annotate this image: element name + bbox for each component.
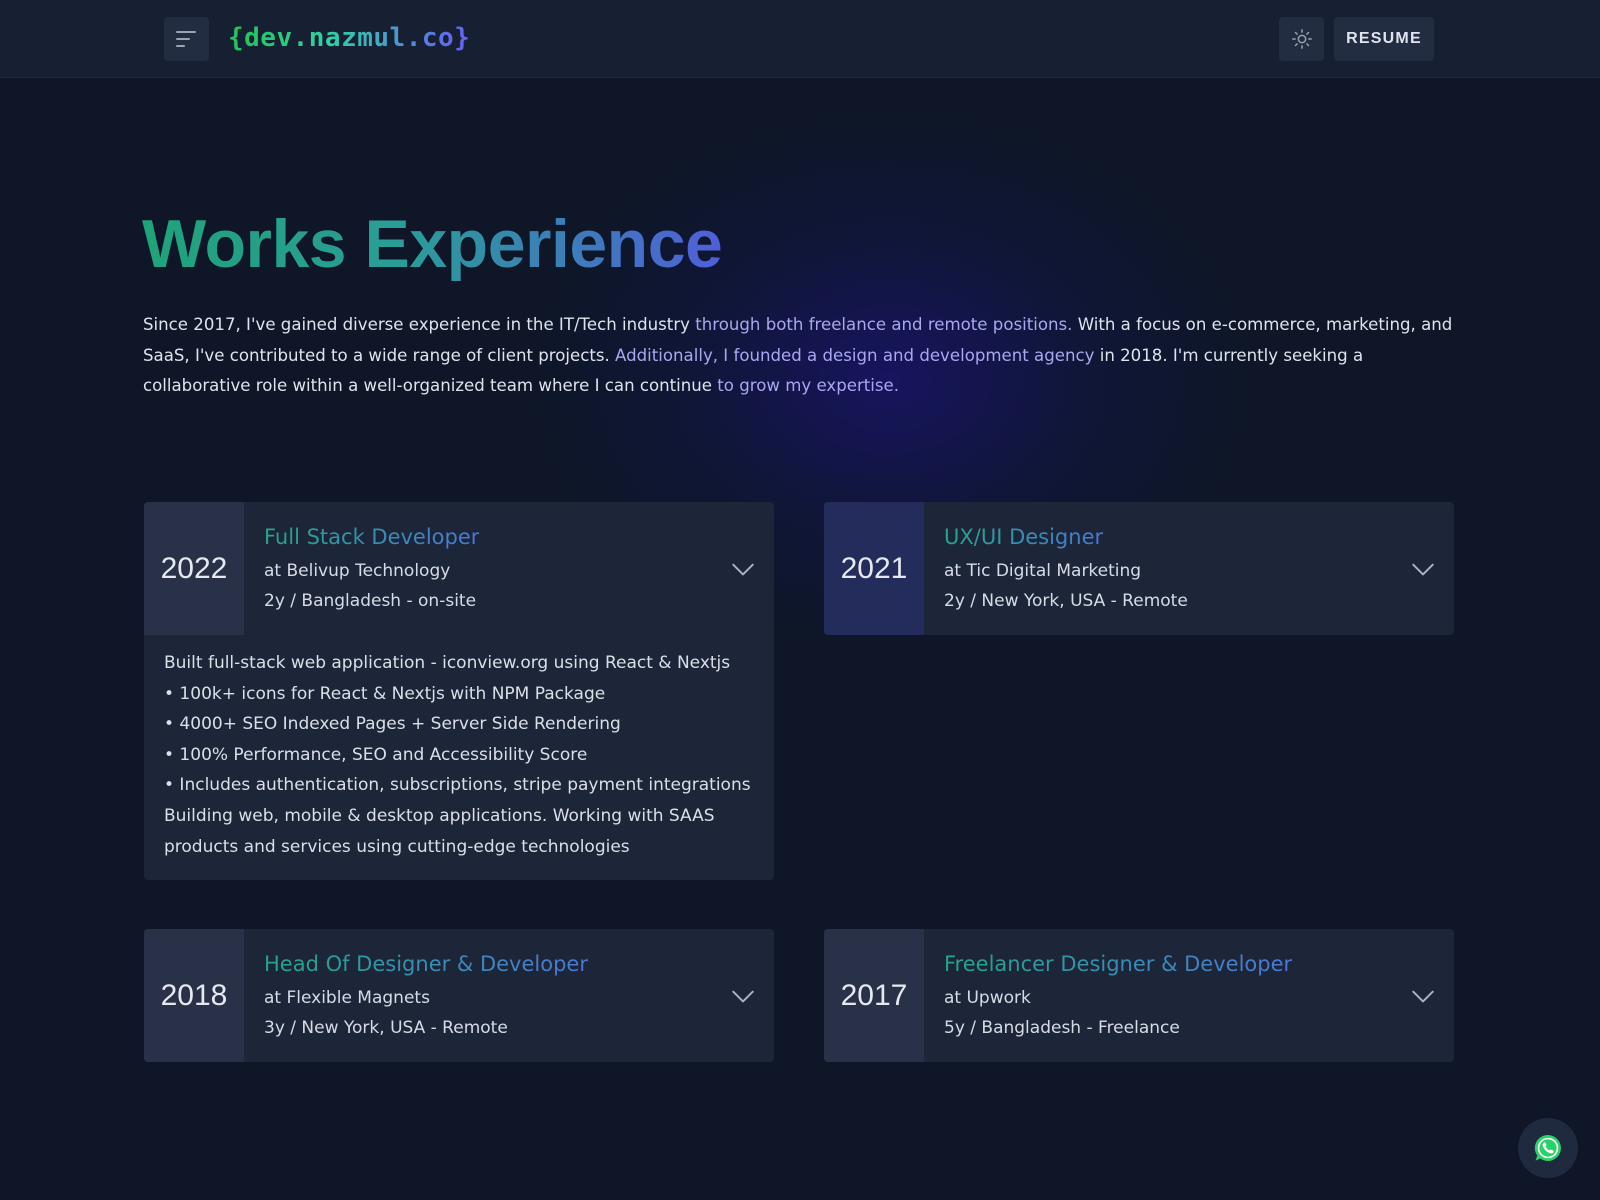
experience-meta: 2y / Bangladesh - on-site — [264, 591, 477, 611]
logo-text: dev.nazmul.co — [244, 23, 455, 53]
experience-card: 2018 Head Of Designer & Developer at Fle… — [144, 929, 774, 1062]
description-line: products and services using cutting-edge… — [164, 836, 630, 857]
description-line: • 4000+ SEO Indexed Pages + Server Side … — [164, 714, 621, 735]
description-line: Building web, mobile & desktop applicati… — [164, 805, 715, 826]
experience-year: 2018 — [144, 929, 244, 1062]
chevron-down-icon[interactable] — [730, 556, 756, 582]
experience-year: 2017 — [824, 929, 924, 1062]
chevron-down-icon[interactable] — [1410, 983, 1436, 1009]
experience-description: Built full-stack web application - iconv… — [164, 648, 764, 862]
experience-card: 2017 Freelancer Designer & Developer at … — [824, 929, 1454, 1062]
menu-line-icon — [176, 38, 190, 40]
experience-title: Head Of Designer & Developer — [264, 949, 588, 979]
experience-meta: 2y / New York, USA - Remote — [944, 591, 1188, 611]
whatsapp-button[interactable] — [1518, 1118, 1578, 1178]
intro-highlight: to grow my expertise. — [717, 376, 900, 395]
logo-brace-open: { — [228, 23, 245, 53]
experience-company: at Tic Digital Marketing — [944, 561, 1142, 581]
experience-year: 2022 — [144, 502, 244, 635]
description-line: Built full-stack web application - iconv… — [164, 653, 731, 673]
intro-text: Since 2017, I've gained diverse experien… — [143, 315, 696, 334]
resume-button[interactable]: RESUME — [1334, 17, 1434, 61]
sun-icon — [1291, 29, 1312, 49]
description-line: • Includes authentication, subscriptions… — [164, 775, 751, 796]
experience-year: 2021 — [824, 502, 924, 635]
intro-highlight: Additionally, I founded a design and dev… — [615, 345, 1095, 365]
theme-toggle-button[interactable] — [1279, 17, 1324, 61]
logo-brace-close: } — [454, 23, 471, 53]
experience-card: 2022 Full Stack Developer at Belivup Tec… — [144, 502, 774, 880]
intro-paragraph: Since 2017, I've gained diverse experien… — [143, 310, 1463, 402]
site-logo[interactable]: {dev.nazmul.co} — [228, 20, 470, 56]
description-line: • 100% Performance, SEO and Accessibilit… — [164, 744, 588, 765]
description-line: • 100k+ icons for React & Nextjs with NP… — [164, 683, 606, 704]
menu-line-icon — [176, 45, 185, 47]
experience-meta: 5y / Bangladesh - Freelance — [944, 1018, 1180, 1038]
page-title: Works Experience — [142, 200, 723, 288]
experience-title: Full Stack Developer — [264, 522, 479, 552]
experience-card: 2021 UX/UI Designer at Tic Digital Marke… — [824, 502, 1454, 635]
menu-button[interactable] — [164, 17, 209, 61]
experience-company: at Flexible Magnets — [264, 988, 430, 1008]
whatsapp-icon — [1534, 1134, 1561, 1161]
experience-title: UX/UI Designer — [944, 522, 1103, 552]
experience-title: Freelancer Designer & Developer — [944, 949, 1292, 979]
chevron-down-icon[interactable] — [1410, 556, 1436, 582]
menu-line-icon — [176, 31, 196, 33]
experience-meta: 3y / New York, USA - Remote — [264, 1018, 508, 1038]
experience-company: at Belivup Technology — [264, 561, 451, 581]
site-header: {dev.nazmul.co} RESUME — [0, 0, 1600, 78]
intro-highlight: through both freelance and remote positi… — [695, 315, 1073, 334]
experience-company: at Upwork — [944, 988, 1031, 1008]
chevron-down-icon[interactable] — [730, 983, 756, 1009]
